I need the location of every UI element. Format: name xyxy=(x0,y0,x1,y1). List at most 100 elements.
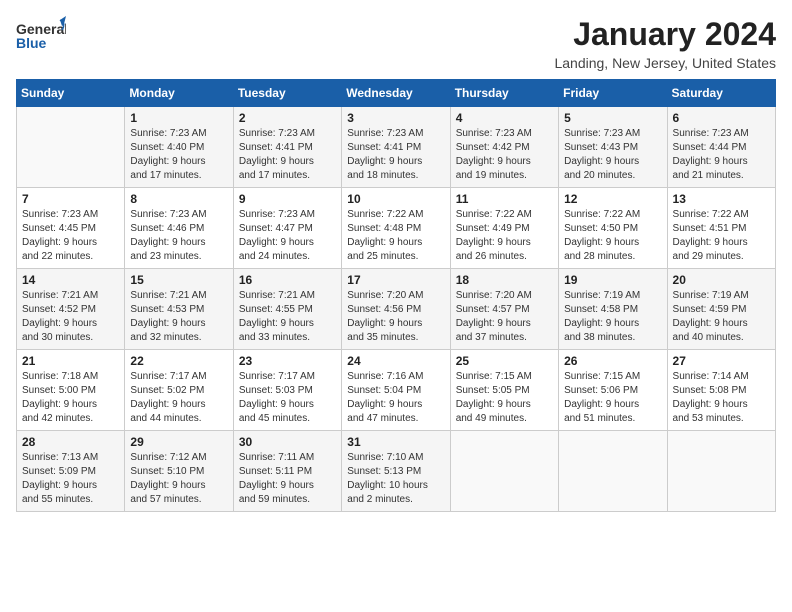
page-header: General Blue January 2024 Landing, New J… xyxy=(16,16,776,71)
day-info: Sunrise: 7:21 AMSunset: 4:55 PMDaylight:… xyxy=(239,289,336,345)
day-info: Sunrise: 7:14 AMSunset: 5:08 PMDaylight:… xyxy=(673,370,770,426)
day-number: 1 xyxy=(130,111,227,125)
calendar-cell: 28 Sunrise: 7:13 AMSunset: 5:09 PMDayligh… xyxy=(17,431,125,512)
calendar-cell: 23 Sunrise: 7:17 AMSunset: 5:03 PMDayligh… xyxy=(233,350,341,431)
calendar-cell: 21Sunrise: 7:18 AMSunset: 5:00 PMDayligh… xyxy=(17,350,125,431)
day-info: Sunrise: 7:22 AMSunset: 4:48 PMDaylight:… xyxy=(347,208,444,264)
calendar-cell: 11 Sunrise: 7:22 AMSunset: 4:49 PMDayligh… xyxy=(450,188,558,269)
calendar-cell: 29 Sunrise: 7:12 AMSunset: 5:10 PMDayligh… xyxy=(125,431,233,512)
calendar-cell: 6Sunrise: 7:23 AMSunset: 4:44 PMDaylight… xyxy=(667,107,775,188)
header-saturday: Saturday xyxy=(667,80,775,107)
calendar-cell: 26Sunrise: 7:15 AMSunset: 5:06 PMDayligh… xyxy=(559,350,667,431)
day-number: 2 xyxy=(239,111,336,125)
header-thursday: Thursday xyxy=(450,80,558,107)
calendar-cell: 4 Sunrise: 7:23 AMSunset: 4:42 PMDaylight… xyxy=(450,107,558,188)
day-number: 17 xyxy=(347,273,444,287)
day-number: 11 xyxy=(456,192,553,206)
week-row-5: 28 Sunrise: 7:13 AMSunset: 5:09 PMDayligh… xyxy=(17,431,776,512)
calendar-cell: 7 Sunrise: 7:23 AMSunset: 4:45 PMDaylight… xyxy=(17,188,125,269)
week-row-1: 1 Sunrise: 7:23 AMSunset: 4:40 PMDaylight… xyxy=(17,107,776,188)
day-number: 3 xyxy=(347,111,444,125)
day-info: Sunrise: 7:11 AMSunset: 5:11 PMDaylight:… xyxy=(239,451,336,507)
calendar-cell: 3Sunrise: 7:23 AMSunset: 4:41 PMDaylight… xyxy=(342,107,450,188)
calendar-cell: 16Sunrise: 7:21 AMSunset: 4:55 PMDayligh… xyxy=(233,269,341,350)
logo: General Blue xyxy=(16,16,66,56)
day-info: Sunrise: 7:18 AMSunset: 5:00 PMDaylight:… xyxy=(22,370,119,426)
header-monday: Monday xyxy=(125,80,233,107)
calendar-cell: 27 Sunrise: 7:14 AMSunset: 5:08 PMDayligh… xyxy=(667,350,775,431)
day-number: 13 xyxy=(673,192,770,206)
day-number: 20 xyxy=(673,273,770,287)
calendar-cell: 18 Sunrise: 7:20 AMSunset: 4:57 PMDayligh… xyxy=(450,269,558,350)
day-number: 12 xyxy=(564,192,661,206)
calendar-cell xyxy=(559,431,667,512)
calendar-cell: 1 Sunrise: 7:23 AMSunset: 4:40 PMDaylight… xyxy=(125,107,233,188)
calendar-cell: 25 Sunrise: 7:15 AMSunset: 5:05 PMDayligh… xyxy=(450,350,558,431)
calendar-cell: 19 Sunrise: 7:19 AMSunset: 4:58 PMDayligh… xyxy=(559,269,667,350)
day-info: Sunrise: 7:19 AMSunset: 4:58 PMDaylight:… xyxy=(564,289,661,345)
day-info: Sunrise: 7:21 AMSunset: 4:53 PMDaylight:… xyxy=(130,289,227,345)
calendar-cell: 30Sunrise: 7:11 AMSunset: 5:11 PMDayligh… xyxy=(233,431,341,512)
location-subtitle: Landing, New Jersey, United States xyxy=(554,55,776,71)
week-row-3: 14Sunrise: 7:21 AMSunset: 4:52 PMDayligh… xyxy=(17,269,776,350)
day-number: 29 xyxy=(130,435,227,449)
day-info: Sunrise: 7:22 AMSunset: 4:49 PMDaylight:… xyxy=(456,208,553,264)
day-number: 25 xyxy=(456,354,553,368)
day-info: Sunrise: 7:13 AMSunset: 5:09 PMDaylight:… xyxy=(22,451,119,507)
calendar-cell: 14Sunrise: 7:21 AMSunset: 4:52 PMDayligh… xyxy=(17,269,125,350)
day-info: Sunrise: 7:22 AMSunset: 4:50 PMDaylight:… xyxy=(564,208,661,264)
day-info: Sunrise: 7:17 AMSunset: 5:03 PMDaylight:… xyxy=(239,370,336,426)
day-info: Sunrise: 7:23 AMSunset: 4:41 PMDaylight:… xyxy=(239,127,336,183)
calendar-cell xyxy=(17,107,125,188)
day-info: Sunrise: 7:15 AMSunset: 5:05 PMDaylight:… xyxy=(456,370,553,426)
week-row-4: 21Sunrise: 7:18 AMSunset: 5:00 PMDayligh… xyxy=(17,350,776,431)
day-number: 26 xyxy=(564,354,661,368)
day-info: Sunrise: 7:12 AMSunset: 5:10 PMDaylight:… xyxy=(130,451,227,507)
day-info: Sunrise: 7:23 AMSunset: 4:46 PMDaylight:… xyxy=(130,208,227,264)
day-number: 23 xyxy=(239,354,336,368)
day-info: Sunrise: 7:22 AMSunset: 4:51 PMDaylight:… xyxy=(673,208,770,264)
day-info: Sunrise: 7:23 AMSunset: 4:42 PMDaylight:… xyxy=(456,127,553,183)
day-number: 19 xyxy=(564,273,661,287)
day-info: Sunrise: 7:19 AMSunset: 4:59 PMDaylight:… xyxy=(673,289,770,345)
calendar-cell: 5Sunrise: 7:23 AMSunset: 4:43 PMDaylight… xyxy=(559,107,667,188)
calendar-cell: 13 Sunrise: 7:22 AMSunset: 4:51 PMDayligh… xyxy=(667,188,775,269)
header-friday: Friday xyxy=(559,80,667,107)
calendar-cell: 15 Sunrise: 7:21 AMSunset: 4:53 PMDayligh… xyxy=(125,269,233,350)
calendar-cell: 22 Sunrise: 7:17 AMSunset: 5:02 PMDayligh… xyxy=(125,350,233,431)
day-number: 4 xyxy=(456,111,553,125)
week-row-2: 7 Sunrise: 7:23 AMSunset: 4:45 PMDaylight… xyxy=(17,188,776,269)
day-number: 7 xyxy=(22,192,119,206)
header-wednesday: Wednesday xyxy=(342,80,450,107)
day-number: 24 xyxy=(347,354,444,368)
calendar-cell: 31 Sunrise: 7:10 AMSunset: 5:13 PMDayligh… xyxy=(342,431,450,512)
day-number: 18 xyxy=(456,273,553,287)
calendar-cell: 17 Sunrise: 7:20 AMSunset: 4:56 PMDayligh… xyxy=(342,269,450,350)
day-info: Sunrise: 7:20 AMSunset: 4:57 PMDaylight:… xyxy=(456,289,553,345)
calendar-cell xyxy=(450,431,558,512)
day-info: Sunrise: 7:23 AMSunset: 4:40 PMDaylight:… xyxy=(130,127,227,183)
title-area: January 2024 Landing, New Jersey, United… xyxy=(554,16,776,71)
day-number: 27 xyxy=(673,354,770,368)
day-number: 15 xyxy=(130,273,227,287)
day-number: 8 xyxy=(130,192,227,206)
calendar-cell: 10Sunrise: 7:22 AMSunset: 4:48 PMDayligh… xyxy=(342,188,450,269)
calendar-cell: 12 Sunrise: 7:22 AMSunset: 4:50 PMDayligh… xyxy=(559,188,667,269)
day-info: Sunrise: 7:10 AMSunset: 5:13 PMDaylight:… xyxy=(347,451,444,507)
calendar-cell: 20 Sunrise: 7:19 AMSunset: 4:59 PMDayligh… xyxy=(667,269,775,350)
day-info: Sunrise: 7:23 AMSunset: 4:43 PMDaylight:… xyxy=(564,127,661,183)
day-info: Sunrise: 7:20 AMSunset: 4:56 PMDaylight:… xyxy=(347,289,444,345)
day-info: Sunrise: 7:17 AMSunset: 5:02 PMDaylight:… xyxy=(130,370,227,426)
day-number: 9 xyxy=(239,192,336,206)
header-sunday: Sunday xyxy=(17,80,125,107)
day-info: Sunrise: 7:23 AMSunset: 4:45 PMDaylight:… xyxy=(22,208,119,264)
day-info: Sunrise: 7:23 AMSunset: 4:44 PMDaylight:… xyxy=(673,127,770,183)
calendar-table: SundayMondayTuesdayWednesdayThursdayFrid… xyxy=(16,79,776,512)
day-info: Sunrise: 7:16 AMSunset: 5:04 PMDaylight:… xyxy=(347,370,444,426)
month-title: January 2024 xyxy=(554,16,776,53)
svg-text:Blue: Blue xyxy=(16,35,47,51)
day-number: 28 xyxy=(22,435,119,449)
day-number: 31 xyxy=(347,435,444,449)
day-info: Sunrise: 7:23 AMSunset: 4:47 PMDaylight:… xyxy=(239,208,336,264)
day-number: 22 xyxy=(130,354,227,368)
